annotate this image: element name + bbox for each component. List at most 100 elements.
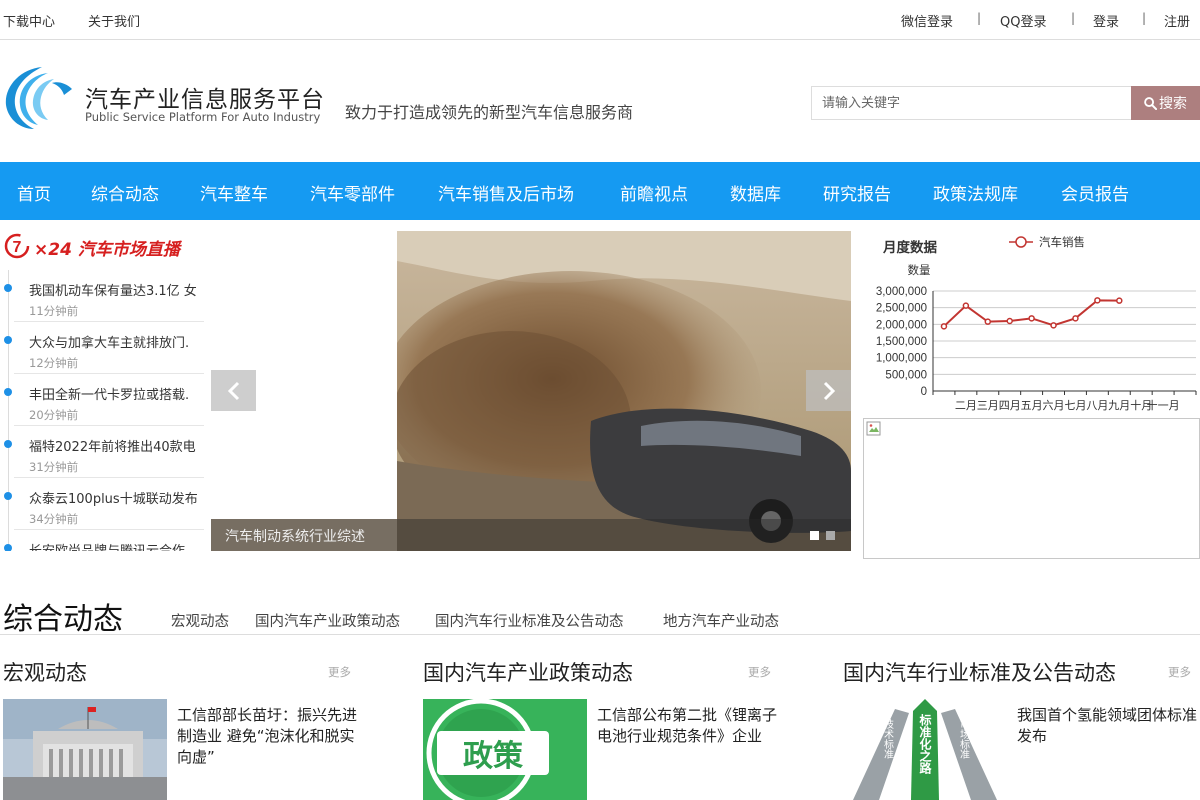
slider-dot-1[interactable] bbox=[810, 531, 819, 540]
logo-icon[interactable] bbox=[2, 63, 74, 131]
x-tick-label: 六月 bbox=[1043, 399, 1065, 411]
search-button-label: 搜索 bbox=[1159, 96, 1187, 112]
article-thumbnail[interactable]: 政策 bbox=[423, 699, 587, 800]
monthly-data-chart: 月度数据 0 500,000 1,000,000 1,500,000 2,000,000… bbox=[863, 231, 1200, 411]
x-tick-label: 四月 bbox=[999, 399, 1021, 411]
more-link[interactable]: 更多 bbox=[748, 664, 771, 680]
main-nav: 首页 综合动态 汽车整车 汽车零部件 汽车销售及后市场 前瞻视点 数据库 研究报… bbox=[0, 162, 1200, 220]
top-bar: 下载中心 关于我们 微信登录 | QQ登录 | 登录 | 注册 bbox=[0, 0, 1200, 40]
timeline-dot bbox=[4, 336, 12, 344]
more-link[interactable]: 更多 bbox=[1168, 664, 1191, 680]
timeline-dot bbox=[4, 388, 12, 396]
live-item-title[interactable]: 众泰云100plus十城联动发布 bbox=[29, 488, 204, 507]
x-tick-label: 五月 bbox=[1021, 399, 1043, 411]
column-title[interactable]: 宏观动态 bbox=[3, 657, 87, 687]
live-item-time: 11分钟前 bbox=[29, 304, 79, 318]
qq-login-link[interactable]: QQ登录 bbox=[1000, 11, 1046, 30]
column-title[interactable]: 国内汽车产业政策动态 bbox=[423, 657, 633, 687]
separator: | bbox=[977, 11, 982, 25]
nav-item-policy-library[interactable]: 政策法规库 bbox=[933, 180, 1018, 205]
separator: | bbox=[1071, 11, 1076, 25]
column-title[interactable]: 国内汽车行业标准及公告动态 bbox=[843, 657, 1116, 687]
slide-caption[interactable]: 汽车制动系统行业综述 bbox=[225, 526, 365, 546]
live-item[interactable]: 我国机动车保有量达3.1亿 女 11分钟前 bbox=[0, 270, 204, 322]
broken-image-icon bbox=[866, 421, 881, 436]
search-input[interactable] bbox=[811, 86, 1131, 120]
nav-item-general-news[interactable]: 综合动态 bbox=[91, 180, 159, 205]
article-link[interactable]: 工信部部长苗圩：振兴先进制造业 避免“泡沫化和脱实向虚” bbox=[177, 705, 357, 768]
search-button[interactable]: 搜索 bbox=[1131, 86, 1200, 120]
live-item-title[interactable]: 福特2022年前将推出40款电 bbox=[29, 436, 204, 455]
standards-left-text: 技术标准 bbox=[882, 718, 894, 759]
timeline-dot bbox=[4, 492, 12, 500]
data-point bbox=[1006, 317, 1013, 325]
nav-item-home[interactable]: 首页 bbox=[17, 180, 51, 205]
data-point bbox=[1094, 297, 1101, 304]
nav-item-sales-aftermarket[interactable]: 汽车销售及后市场 bbox=[438, 180, 574, 205]
series-line bbox=[943, 299, 1120, 328]
article-link[interactable]: 我国首个氢能领域团体标准发布 bbox=[1017, 705, 1200, 747]
article-thumbnail[interactable] bbox=[3, 699, 167, 800]
more-link[interactable]: 更多 bbox=[328, 664, 351, 680]
download-center-link[interactable]: 下载中心 bbox=[3, 11, 55, 30]
line-chart: 0 500,000 1,000,000 1,500,000 2,000,000 2,500… bbox=[876, 235, 1197, 411]
x-tick-label: 八月 bbox=[1086, 399, 1108, 411]
live-item[interactable]: 福特2022年前将推出40款电 31分钟前 bbox=[0, 426, 204, 478]
live-broadcast-title: ×24 汽车市场直播 bbox=[34, 240, 180, 260]
data-point bbox=[1050, 322, 1057, 329]
live-item-title[interactable]: 长安欧尚品牌与腾讯云合作 bbox=[29, 540, 204, 551]
slider-dot-2[interactable] bbox=[826, 531, 835, 540]
tab-standards[interactable]: 国内汽车行业标准及公告动态 bbox=[435, 610, 624, 631]
live-item-time: 34分钟前 bbox=[29, 512, 79, 526]
tab-domestic-policy[interactable]: 国内汽车产业政策动态 bbox=[255, 610, 400, 631]
live-item[interactable]: 丰田全新一代卡罗拉或搭载. 20分钟前 bbox=[0, 374, 204, 426]
standards-right-text: 市场标准 bbox=[958, 718, 970, 759]
article-thumbnail[interactable]: 标准化之路 技术标准 市场标准 bbox=[843, 699, 1007, 800]
live-item[interactable]: 长安欧尚品牌与腾讯云合作 bbox=[0, 530, 204, 551]
legend-label: 汽车销售 bbox=[1039, 235, 1085, 249]
live-item-time: 20分钟前 bbox=[29, 408, 79, 422]
live-item[interactable]: 大众与加拿大车主就排放门. 12分钟前 bbox=[0, 322, 204, 374]
image-slider[interactable]: 汽车制动系统行业综述 bbox=[211, 231, 851, 551]
y-tick-label: 3,000,000 bbox=[876, 286, 927, 298]
nav-item-outlook[interactable]: 前瞻视点 bbox=[620, 180, 688, 205]
y-axis-label: 数量 bbox=[908, 263, 931, 277]
article-link[interactable]: 工信部公布第二批《锂离子电池行业规范条件》企业 bbox=[597, 705, 779, 747]
x-tick-label: 十一月 bbox=[1147, 398, 1180, 411]
live-item-time: 12分钟前 bbox=[29, 356, 79, 370]
live-item[interactable]: 众泰云100plus十城联动发布 34分钟前 bbox=[0, 478, 204, 530]
y-tick-label: 2,500,000 bbox=[876, 303, 927, 315]
slider-prev-button[interactable] bbox=[211, 370, 256, 411]
x-tick-label: 三月 bbox=[977, 399, 999, 411]
tab-macro[interactable]: 宏观动态 bbox=[171, 610, 229, 631]
slogan: 致力于打造成领先的新型汽车信息服务商 bbox=[345, 103, 634, 122]
register-link[interactable]: 注册 bbox=[1164, 11, 1190, 30]
x-tick-label: 二月 bbox=[955, 399, 977, 411]
nav-item-member-reports[interactable]: 会员报告 bbox=[1061, 180, 1129, 205]
data-point bbox=[984, 318, 992, 325]
about-us-link[interactable]: 关于我们 bbox=[88, 11, 140, 30]
data-point bbox=[962, 302, 970, 309]
chevron-right-icon bbox=[823, 381, 835, 400]
y-tick-label: 1,500,000 bbox=[876, 336, 927, 348]
nav-item-vehicles[interactable]: 汽车整车 bbox=[200, 180, 268, 205]
y-tick-label: 0 bbox=[921, 386, 927, 398]
tab-local-industry[interactable]: 地方汽车产业动态 bbox=[663, 610, 779, 631]
timeline-dot bbox=[4, 284, 12, 292]
live-item-title[interactable]: 丰田全新一代卡罗拉或搭载. bbox=[29, 384, 204, 403]
live-item-title[interactable]: 大众与加拿大车主就排放门. bbox=[29, 332, 204, 351]
nav-item-database[interactable]: 数据库 bbox=[730, 180, 781, 205]
separator: | bbox=[1142, 11, 1147, 25]
live-item-title[interactable]: 我国机动车保有量达3.1亿 女 bbox=[29, 280, 204, 299]
logo-title[interactable]: 汽车产业信息服务平台 bbox=[85, 80, 325, 114]
logo-subtitle: Public Service Platform For Auto Industr… bbox=[85, 110, 321, 124]
nav-item-research-reports[interactable]: 研究报告 bbox=[823, 180, 891, 205]
slider-next-button[interactable] bbox=[806, 370, 851, 411]
nav-item-parts[interactable]: 汽车零部件 bbox=[310, 180, 395, 205]
login-link[interactable]: 登录 bbox=[1093, 11, 1119, 30]
slide-caption-bar: 汽车制动系统行业综述 bbox=[211, 519, 851, 551]
standards-image-text: 标准化之路 bbox=[918, 713, 932, 775]
chevron-left-icon bbox=[227, 381, 239, 400]
wechat-login-link[interactable]: 微信登录 bbox=[901, 11, 953, 30]
broken-image bbox=[863, 418, 1200, 559]
